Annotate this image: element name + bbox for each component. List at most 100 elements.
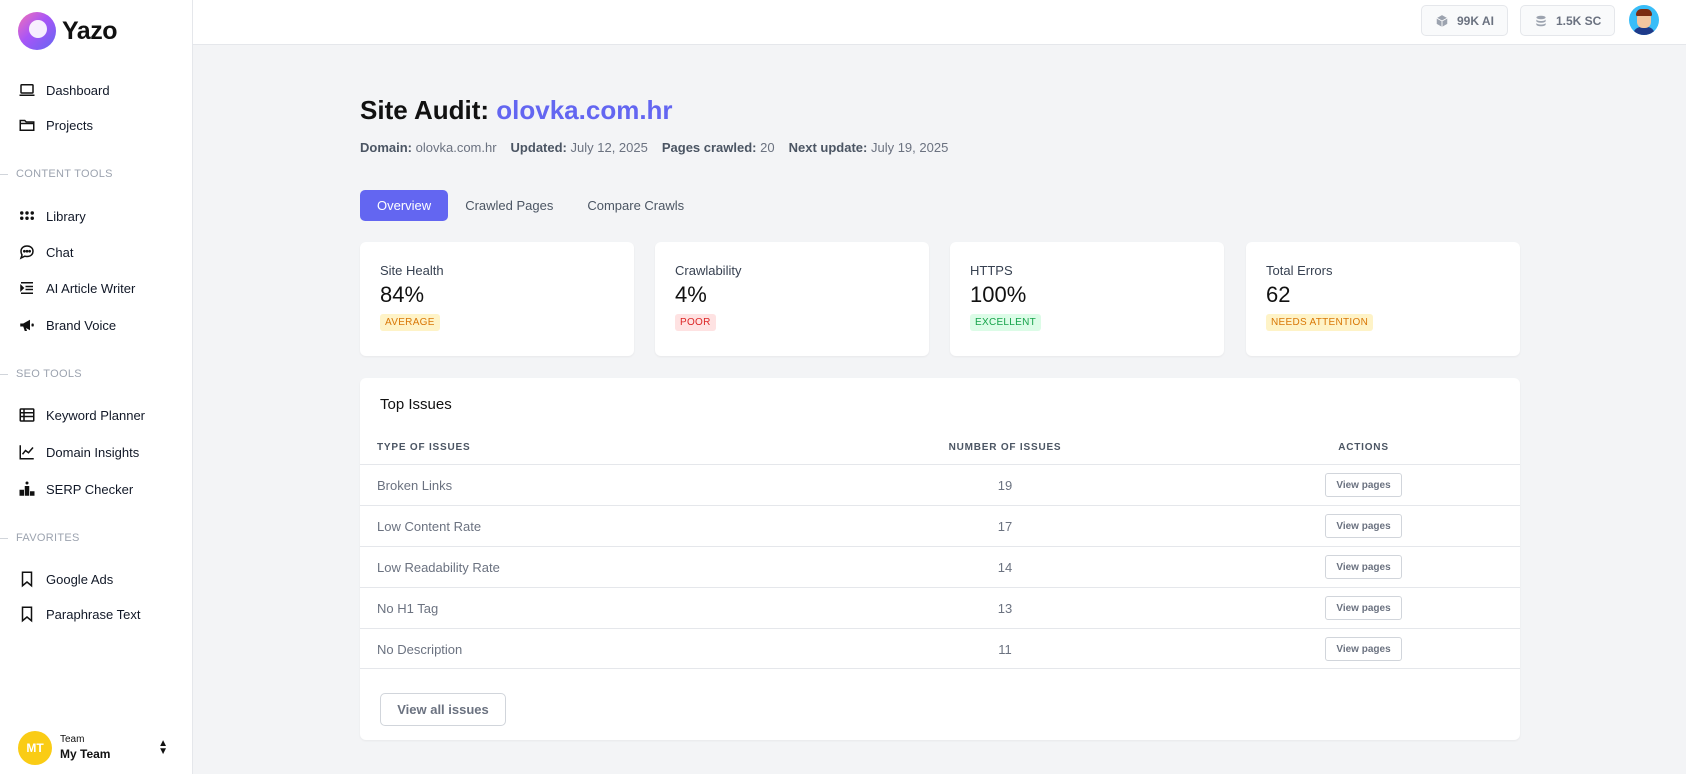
top-issues-title: Top Issues [380,396,452,413]
meta-domain: olovka.com.hr [415,140,497,155]
sidebar-item-label: Google Ads [46,571,114,587]
sidebar-item-brand-voice[interactable]: Brand Voice [18,315,116,335]
issue-type: No Description [377,642,463,657]
view-all-issues-button[interactable]: View all issues [380,693,506,726]
page-title: Site Audit: olovka.com.hr [360,95,673,126]
tab-compare-crawls[interactable]: Compare Crawls [570,190,701,221]
table-row: Low Content Rate 17 View pages [360,505,1520,546]
page-title-domain[interactable]: olovka.com.hr [496,95,672,125]
issue-count: 17 [997,519,1013,534]
sidebar-item-domain-insights[interactable]: Domain Insights [18,442,139,462]
table-row: No Description 11 View pages [360,628,1520,669]
sc-credits-button[interactable]: 1.5K SC [1520,5,1616,36]
sidebar-item-label: Keyword Planner [46,407,145,423]
view-pages-button[interactable]: View pages [1325,555,1402,579]
table-row: No H1 Tag 13 View pages [360,587,1520,628]
section-label-seo-tools: SEO TOOLS [0,368,82,380]
team-switcher[interactable]: MT Team My Team ▲ ▼ [18,731,168,765]
sidebar-item-label: Brand Voice [46,317,117,333]
tab-overview[interactable]: Overview [360,190,449,221]
section-label-content-tools: CONTENT TOOLS [0,168,113,180]
status-badge: POOR [675,314,716,331]
sidebar-item-label: Library [46,208,86,224]
grid-icon [20,211,34,220]
view-pages-button[interactable]: View pages [1325,473,1402,497]
sidebar-item-label: Paraphrase Text [46,606,141,622]
sidebar-item-chat[interactable]: Chat [18,242,73,262]
coins-icon [1536,15,1546,26]
cube-icon [1436,14,1448,27]
stat-label: HTTPS [970,263,1013,278]
meta-updated: July 12, 2025 [570,140,648,155]
sidebar-item-library[interactable]: Library [18,206,86,226]
user-avatar[interactable] [1629,5,1659,35]
stat-card-crawlability: Crawlability 4% POOR [655,242,929,356]
stat-card-total-errors: Total Errors 62 NEEDS ATTENTION [1246,242,1520,356]
team-label: Team [60,734,85,746]
meta-pages-crawled: 20 [760,140,775,155]
main-content: Site Audit: olovka.com.hr Domain: olovka… [193,45,1686,774]
status-badge: NEEDS ATTENTION [1266,314,1374,331]
audit-tabs: Overview Crawled Pages Compare Crawls [360,190,701,221]
stat-value: 62 [1266,282,1291,307]
ai-credits-label: 99K AI [1457,13,1494,28]
team-avatar: MT [18,731,52,765]
view-pages-button[interactable]: View pages [1325,596,1402,620]
team-name: My Team [60,746,111,761]
issue-type: No H1 Tag [377,601,439,616]
tab-crawled-pages[interactable]: Crawled Pages [448,190,570,221]
table-row: Broken Links 19 View pages [360,464,1520,505]
stat-value: 4% [675,282,707,307]
issue-count: 11 [998,642,1012,657]
stat-card-https: HTTPS 100% EXCELLENT [950,242,1224,356]
ai-credits-button[interactable]: 99K AI [1421,5,1508,36]
stat-label: Site Health [380,263,444,278]
stat-label: Crawlability [675,263,742,278]
page-title-prefix: Site Audit: [360,95,490,125]
folder-icon [19,119,35,131]
column-header-actions: ACTIONS [1338,442,1389,453]
sidebar-item-google-ads[interactable]: Google Ads [18,569,113,589]
issue-count: 14 [997,560,1013,575]
table-row: Low Readability Rate 14 View pages [360,546,1520,587]
bookmark-icon [21,571,33,588]
issue-count: 13 [997,601,1013,616]
issue-type: Broken Links [377,478,453,493]
issue-type: Low Readability Rate [377,560,500,575]
laptop-icon [19,84,35,96]
issue-count: 19 [997,478,1013,493]
view-pages-button[interactable]: View pages [1325,637,1402,661]
sidebar-item-label: SERP Checker [46,481,134,497]
sidebar-item-projects[interactable]: Projects [18,115,93,135]
status-badge: AVERAGE [380,314,440,331]
sidebar-item-serp-checker[interactable]: SERP Checker [18,479,133,499]
column-header-number: NUMBER OF ISSUES [948,442,1062,453]
sidebar-item-keyword-planner[interactable]: Keyword Planner [18,405,145,425]
stat-card-site-health: Site Health 84% AVERAGE [360,242,634,356]
column-header-type: TYPE OF ISSUES [377,442,471,453]
section-label-favorites: FAVORITES [0,532,80,544]
meta-next-update: July 19, 2025 [870,140,949,155]
sidebar-item-paraphrase-text[interactable]: Paraphrase Text [18,604,140,624]
sidebar-item-label: Chat [46,244,74,260]
view-pages-button[interactable]: View pages [1325,514,1402,538]
sidebar: Yazo Dashboard Projects CONTENT TOOLS Li… [0,0,193,774]
logo[interactable]: Yazo [18,12,117,50]
sidebar-item-ai-article-writer[interactable]: AI Article Writer [18,278,135,298]
stat-label: Total Errors [1266,263,1333,278]
topbar: 99K AI 1.5K SC [193,0,1686,45]
sc-credits-label: 1.5K SC [1556,13,1602,28]
line-chart-icon [19,445,34,460]
audit-meta: Domain: olovka.com.hr Updated: July 12, … [360,140,949,155]
sidebar-item-label: Dashboard [46,82,110,98]
top-issues-panel: Top Issues TYPE OF ISSUES NUMBER OF ISSU… [360,378,1520,740]
logo-text: Yazo [62,16,117,45]
stat-value: 100% [970,282,1027,307]
chat-icon [19,245,34,260]
sidebar-item-dashboard[interactable]: Dashboard [18,80,110,100]
chevron-up-down-icon: ▲ ▼ [158,738,168,757]
sidebar-item-label: Domain Insights [46,444,140,460]
bookmark-icon [21,606,33,623]
status-badge: EXCELLENT [970,314,1042,331]
issue-type: Low Content Rate [377,519,482,534]
